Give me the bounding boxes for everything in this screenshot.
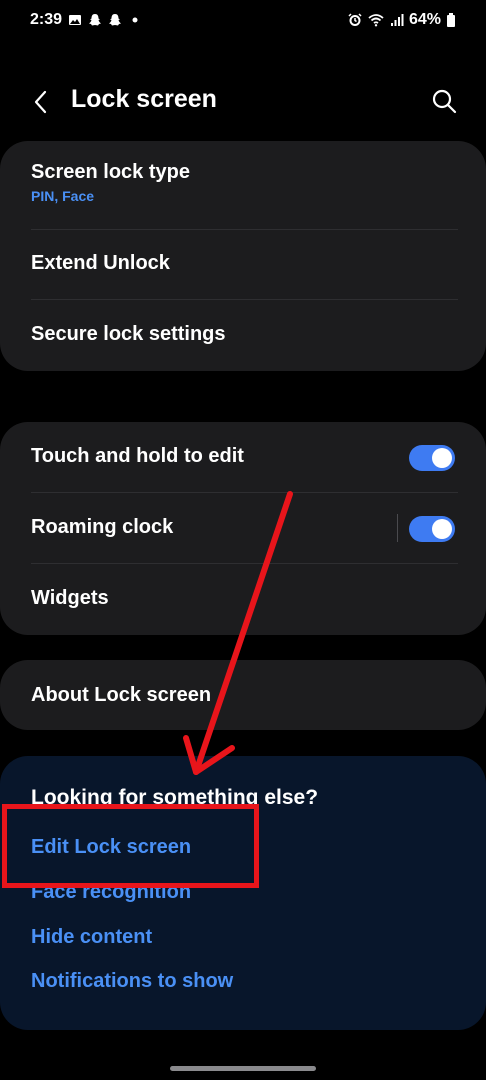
status-bar: 2:39 64% — [0, 0, 486, 40]
annotation-highlight-box — [2, 804, 259, 888]
back-arrow-icon[interactable] — [28, 89, 54, 115]
screen-lock-type-item[interactable]: Screen lock type PIN, Face — [31, 161, 458, 204]
item-label: Roaming clock — [31, 516, 174, 538]
snapchat-icon — [89, 14, 102, 26]
item-label: Touch and hold to edit — [31, 445, 244, 467]
gesture-nav-handle[interactable] — [170, 1066, 316, 1071]
page-title: Lock screen — [71, 85, 217, 113]
battery-icon — [447, 13, 455, 27]
suggestions-card: Looking for something else? Edit Lock sc… — [0, 756, 486, 1030]
app-header: Lock screen — [0, 75, 486, 129]
lock-screen-options-card: Touch and hold to edit Roaming clock Wid… — [0, 422, 486, 635]
roaming-clock-toggle[interactable] — [409, 516, 455, 542]
divider — [31, 492, 458, 493]
battery-percent: 64% — [408, 11, 441, 28]
lock-settings-card: Screen lock type PIN, Face Extend Unlock… — [0, 141, 486, 371]
divider — [31, 563, 458, 564]
roaming-clock-item[interactable]: Roaming clock — [31, 516, 458, 539]
status-left: 2:39 — [30, 11, 142, 29]
touch-and-hold-toggle[interactable] — [409, 445, 455, 471]
toggle-knob — [432, 448, 452, 468]
item-label: Widgets — [31, 587, 109, 609]
item-label: Secure lock settings — [31, 323, 226, 345]
notifications-to-show-link[interactable]: Notifications to show — [31, 970, 233, 993]
clock: 2:39 — [30, 11, 63, 28]
divider — [31, 299, 458, 300]
item-sublabel: PIN, Face — [31, 188, 95, 204]
vertical-separator — [397, 514, 398, 542]
signal-icon — [390, 14, 404, 26]
gallery-icon — [69, 15, 82, 25]
search-icon[interactable] — [430, 87, 458, 115]
toggle-knob — [432, 519, 452, 539]
about-lock-screen-item[interactable]: About Lock screen — [31, 684, 458, 707]
divider — [31, 229, 458, 230]
secure-lock-settings-item[interactable]: Secure lock settings — [31, 323, 458, 346]
widgets-item[interactable]: Widgets — [31, 587, 458, 610]
snapchat-icon — [109, 14, 122, 26]
wifi-icon — [368, 14, 384, 27]
item-label: About Lock screen — [31, 684, 212, 706]
status-right: 64% — [348, 11, 456, 29]
about-card: About Lock screen — [0, 660, 486, 730]
extend-unlock-item[interactable]: Extend Unlock — [31, 252, 458, 275]
hide-content-link[interactable]: Hide content — [31, 926, 152, 949]
dot-icon — [132, 17, 138, 23]
item-label: Extend Unlock — [31, 252, 170, 274]
alarm-icon — [348, 13, 362, 26]
item-label: Screen lock type — [31, 161, 190, 183]
touch-and-hold-item[interactable]: Touch and hold to edit — [31, 445, 458, 468]
